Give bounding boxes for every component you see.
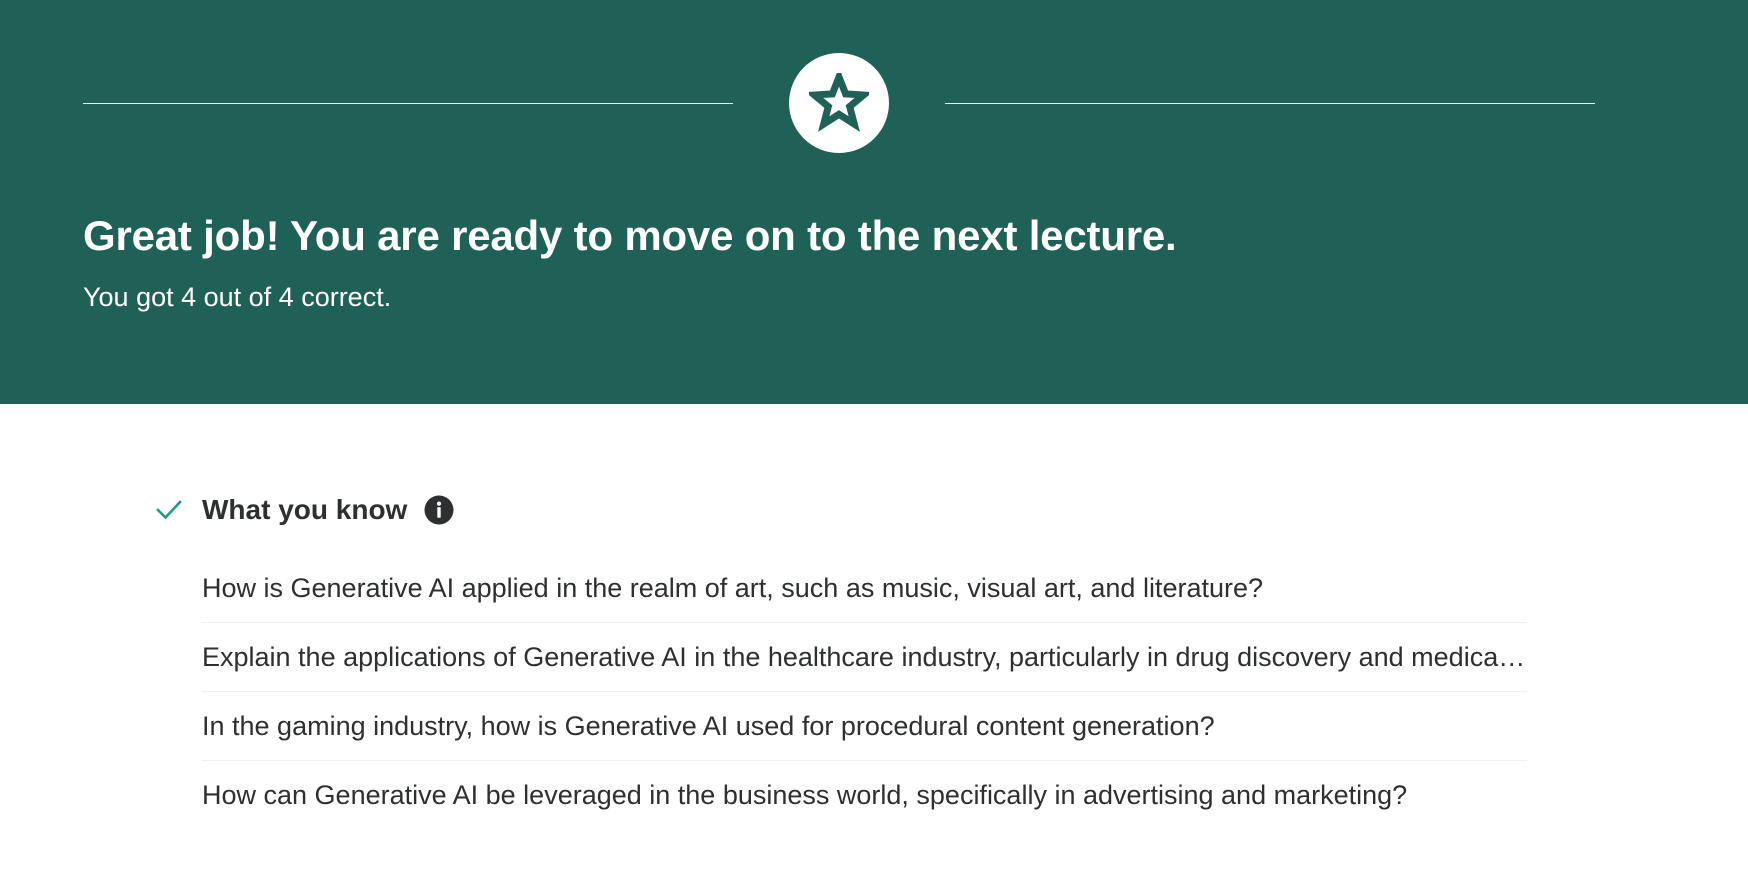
divider-line-left bbox=[83, 103, 733, 104]
question-item: Explain the applications of Generative A… bbox=[202, 623, 1527, 692]
star-icon bbox=[809, 73, 869, 132]
question-list: How is Generative AI applied in the real… bbox=[202, 554, 1527, 830]
question-text: How is Generative AI applied in the real… bbox=[202, 572, 1264, 603]
section-header: What you know bbox=[154, 492, 454, 528]
score-summary: You got 4 out of 4 correct. bbox=[83, 282, 392, 312]
quiz-result-banner: Great job! You are ready to move on to t… bbox=[0, 0, 1748, 404]
question-text: How can Generative AI be leveraged in th… bbox=[202, 780, 1408, 810]
section-title: What you know bbox=[202, 494, 408, 525]
question-item: How can Generative AI be leveraged in th… bbox=[202, 761, 1527, 830]
check-icon bbox=[154, 495, 184, 525]
result-title: Great job! You are ready to move on to t… bbox=[83, 212, 1177, 259]
question-item: In the gaming industry, how is Generativ… bbox=[202, 692, 1527, 761]
question-text: Explain the applications of Generative A… bbox=[202, 641, 1527, 672]
question-item: How is Generative AI applied in the real… bbox=[202, 554, 1527, 623]
info-icon[interactable] bbox=[424, 495, 454, 525]
achievement-badge bbox=[789, 53, 889, 153]
divider-line-right bbox=[945, 103, 1595, 104]
question-text: In the gaming industry, how is Generativ… bbox=[202, 710, 1215, 741]
